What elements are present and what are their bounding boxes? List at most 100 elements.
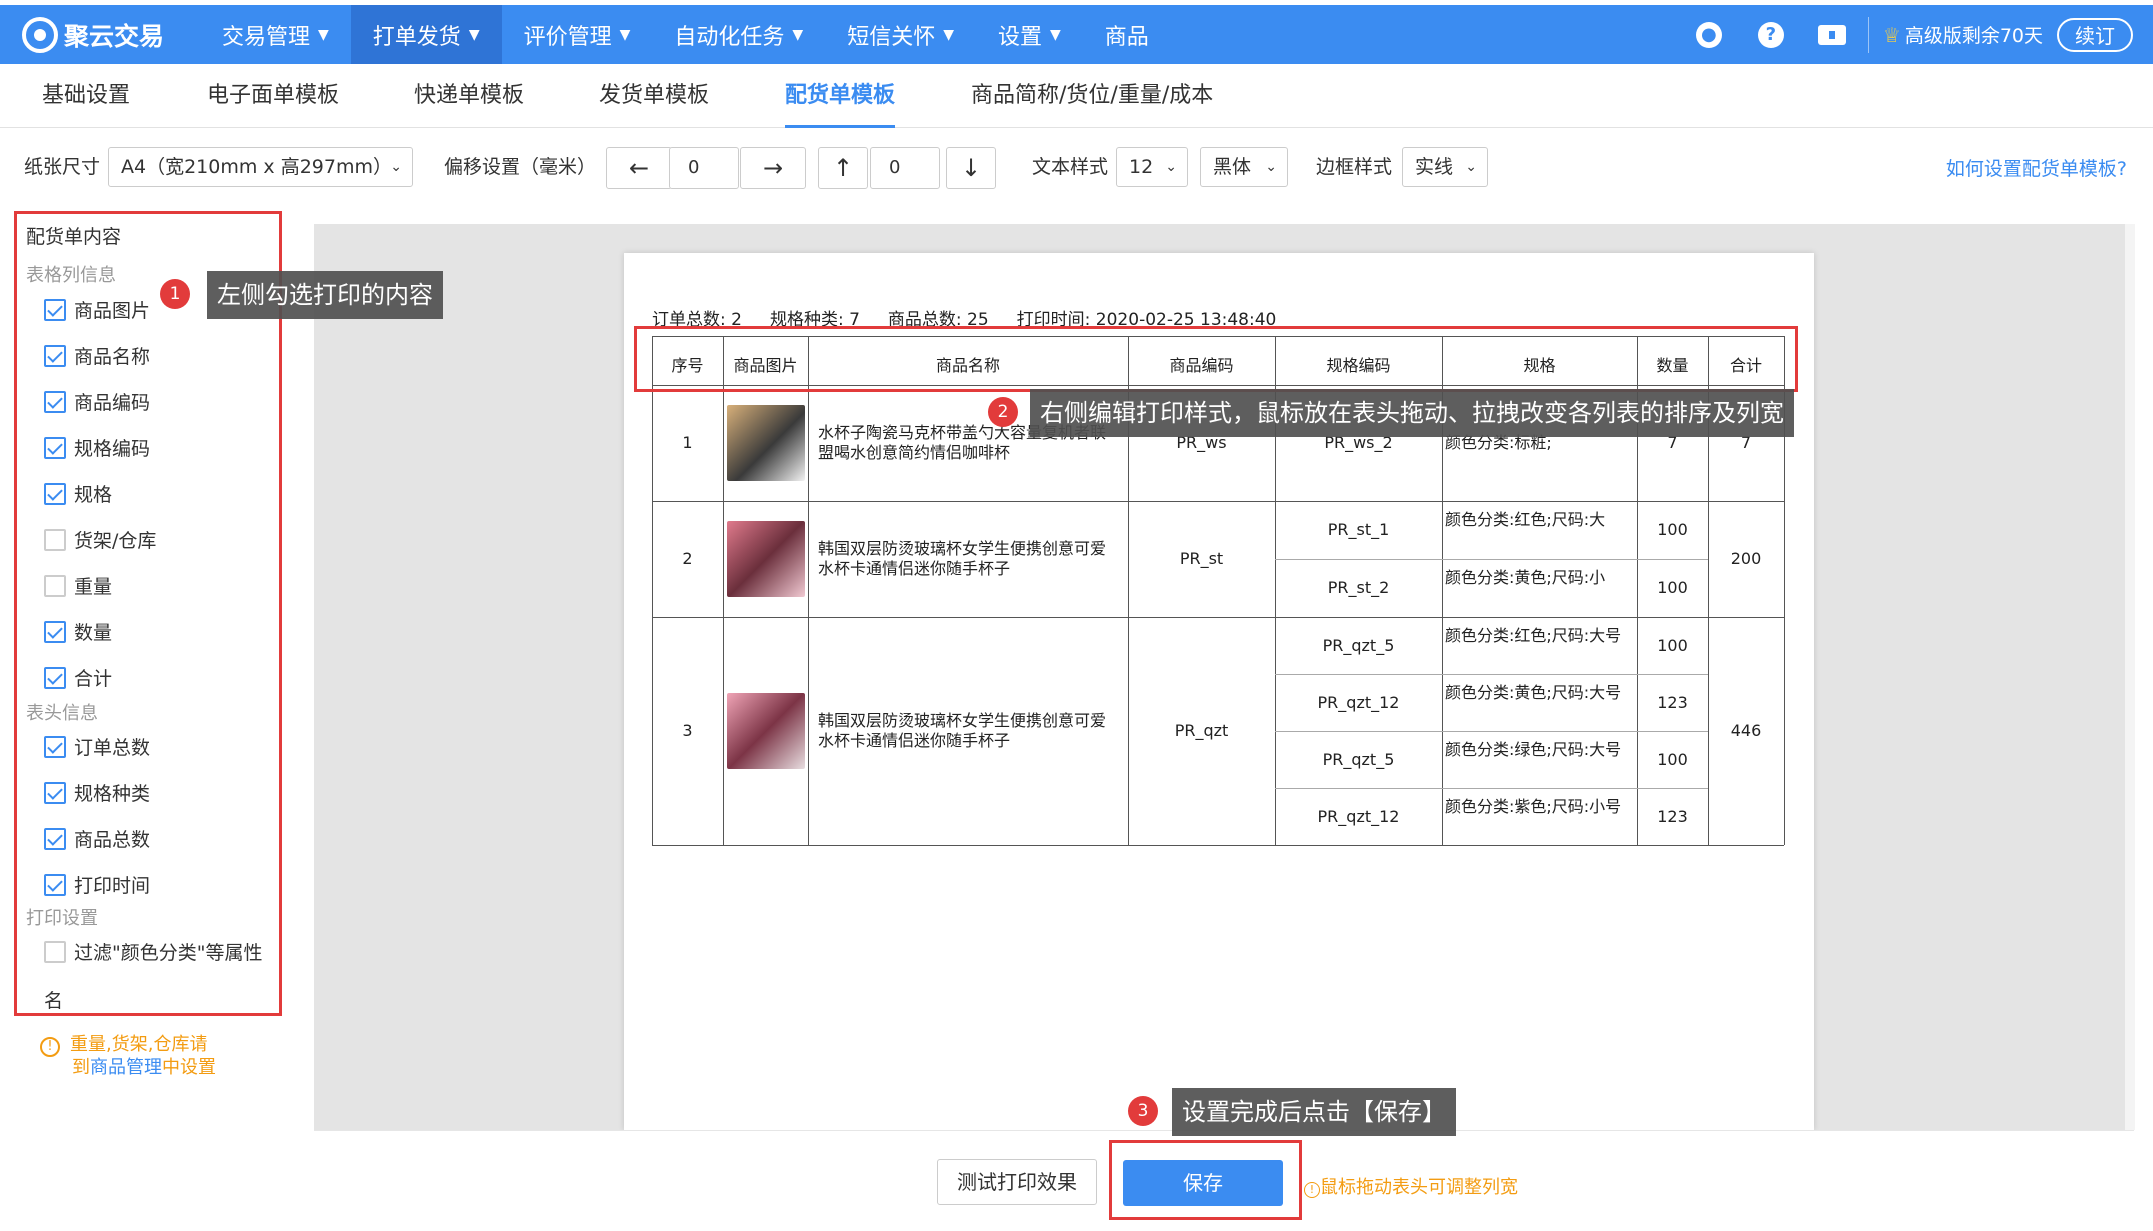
checkbox-checked[interactable] — [44, 482, 66, 505]
row-border — [652, 501, 1784, 502]
nav-automation[interactable]: 自动化任务 ▼ — [652, 5, 825, 64]
table-column-label: 重量 — [74, 576, 113, 598]
help-link[interactable]: 如何设置配货单模板? — [1946, 154, 2127, 181]
preview-scrollbar[interactable] — [2125, 224, 2135, 1130]
checkbox-checked[interactable] — [44, 436, 66, 459]
offset-y-input[interactable]: 0 — [870, 147, 940, 189]
settings-subtabs: 基础设置 电子面单模板 快递单模板 发货单模板 配货单模板 商品简称/货位/重量… — [0, 64, 2153, 128]
checkbox-checked[interactable] — [44, 620, 66, 643]
sku-qty: 100 — [1657, 578, 1688, 597]
checkbox[interactable] — [44, 574, 66, 597]
tab-delivery-note-template[interactable]: 发货单模板 — [599, 64, 709, 128]
callout-badge-1: 1 — [160, 279, 190, 309]
save-tip: ! 鼠标拖动表头可调整列宽 — [1304, 1173, 1518, 1199]
sku-code: PR_st_1 — [1327, 520, 1390, 539]
sku-qty: 100 — [1657, 520, 1688, 539]
checkbox-checked[interactable] — [44, 344, 66, 367]
customer-service-icon[interactable]: ● — [1695, 21, 1722, 48]
table-column-option[interactable]: 规格编码 — [44, 434, 150, 461]
tab-picking-list-template[interactable]: 配货单模板 — [785, 64, 896, 128]
offset-up-button[interactable]: ↑ — [818, 147, 868, 189]
product-image — [727, 521, 805, 597]
header-info-label: 商品总数 — [74, 829, 151, 851]
paper-size-select[interactable]: A4（宽210mm x 高297mm） ⌄ — [108, 147, 413, 187]
group-table-columns: 表格列信息 — [26, 265, 116, 286]
checkbox-checked[interactable] — [44, 666, 66, 689]
table-column-option[interactable]: 数量 — [44, 618, 112, 645]
nav-trade-management[interactable]: 交易管理 ▼ — [200, 5, 351, 64]
table-column-label: 数量 — [74, 622, 113, 644]
filter-attribute-label-cont: 名 — [44, 990, 64, 1012]
header-info-option[interactable]: 规格种类 — [44, 779, 150, 806]
tab-express-template[interactable]: 快递单模板 — [414, 64, 524, 128]
font-size-select[interactable]: 12 ⌄ — [1116, 147, 1188, 187]
app-logo[interactable]: 聚云交易 — [22, 16, 200, 53]
table-column-label: 货架/仓库 — [74, 530, 157, 552]
checkbox-checked[interactable] — [44, 390, 66, 413]
warning-icon: ! — [40, 1037, 60, 1057]
product-code: PR_st — [1179, 549, 1224, 568]
sku-divider — [1275, 731, 1708, 732]
sku-divider — [1275, 788, 1708, 789]
nav-sms-care[interactable]: 短信关怀 ▼ — [825, 5, 976, 64]
header-info-option[interactable]: 订单总数 — [44, 733, 150, 760]
offset-x-input[interactable]: 0 — [669, 147, 739, 189]
test-print-button[interactable]: 测试打印效果 — [937, 1159, 1097, 1205]
renew-button[interactable]: 续订 — [2057, 17, 2133, 52]
sku-divider — [1275, 674, 1708, 675]
chevron-down-icon: ▼ — [792, 26, 804, 43]
paper-size-value: A4（宽210mm x 高297mm） — [121, 156, 392, 178]
product-management-link[interactable]: 商品管理 — [90, 1057, 162, 1078]
nav-label: 设置 — [997, 24, 1042, 50]
border-style-label: 边框样式 — [1316, 156, 1393, 178]
tab-e-waybill-template[interactable]: 电子面单模板 — [207, 64, 339, 128]
table-column-option[interactable]: 合计 — [44, 664, 112, 691]
header-info-option[interactable]: 打印时间 — [44, 871, 150, 898]
checkbox-checked[interactable] — [44, 735, 66, 758]
offset-left-button[interactable]: ← — [606, 147, 672, 189]
nav-review-management[interactable]: 评价管理 ▼ — [502, 5, 653, 64]
table-column-option[interactable]: 商品名称 — [44, 342, 150, 369]
ticket-icon[interactable] — [1817, 24, 1846, 45]
tab-product-info[interactable]: 商品简称/货位/重量/成本 — [971, 64, 1213, 128]
table-column-option[interactable]: 重量 — [44, 572, 112, 599]
font-family-select[interactable]: 黑体 ⌄ — [1200, 147, 1288, 187]
checkbox-checked[interactable] — [44, 873, 66, 896]
chevron-down-icon: ⌄ — [1265, 159, 1277, 175]
checkbox[interactable] — [44, 940, 66, 963]
table-column-option[interactable]: 货架/仓库 — [44, 526, 156, 553]
tab-basic-settings[interactable]: 基础设置 — [42, 64, 130, 128]
checkbox-checked[interactable] — [44, 827, 66, 850]
panel-title: 配货单内容 — [26, 226, 122, 248]
nav-label: 自动化任务 — [674, 24, 785, 50]
offset-label: 偏移设置（毫米） — [444, 156, 597, 178]
chevron-down-icon: ▼ — [1050, 26, 1061, 43]
border-style-select[interactable]: 实线 ⌄ — [1402, 147, 1488, 187]
callout-badge-2: 2 — [988, 397, 1018, 427]
table-column-option[interactable]: 商品图片 — [44, 296, 150, 323]
checkbox-checked[interactable] — [44, 298, 66, 321]
offset-down-button[interactable]: ↓ — [946, 147, 996, 189]
warning-icon: ! — [1304, 1181, 1320, 1198]
header-info-option[interactable]: 商品总数 — [44, 825, 150, 852]
nav-label: 交易管理 — [222, 24, 311, 50]
logo-text: 聚云交易 — [64, 21, 165, 51]
table-column-option[interactable]: 商品编码 — [44, 388, 150, 415]
checkbox-checked[interactable] — [44, 781, 66, 804]
filter-attribute-option[interactable]: 过滤"颜色分类"等属性 — [44, 938, 262, 965]
table-column-option[interactable]: 规格 — [44, 480, 112, 507]
offset-right-button[interactable]: → — [740, 147, 806, 189]
nav-print-ship[interactable]: 打单发货 ▼ — [350, 5, 502, 64]
group-header-info: 表头信息 — [26, 703, 98, 724]
top-right-tools: ● ? ♕ 高级版剩余70天 续订 — [1660, 5, 2133, 64]
settings-note: ! 重量,货架,仓库请 到商品管理中设置 — [40, 1034, 216, 1079]
row-seq: 3 — [682, 721, 693, 740]
font-family-value: 黑体 — [1213, 156, 1252, 178]
checkbox[interactable] — [44, 528, 66, 551]
help-icon[interactable]: ? — [1757, 21, 1784, 48]
header-info-label: 订单总数 — [74, 737, 151, 759]
nav-products[interactable]: 商品 — [1083, 5, 1171, 64]
nav-settings[interactable]: 设置 ▼ — [976, 5, 1083, 64]
divider — [1867, 16, 1869, 53]
table-column-label: 商品编码 — [74, 392, 151, 414]
